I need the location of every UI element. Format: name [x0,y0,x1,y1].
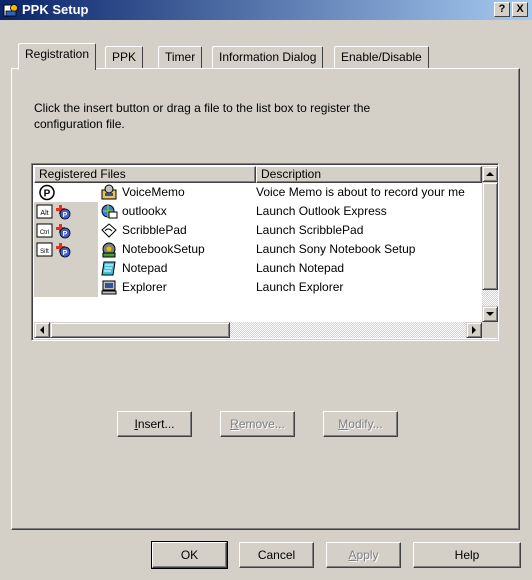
file-name: Notepad [122,261,168,275]
scroll-up-button[interactable] [482,166,498,182]
list-item[interactable]: P VoiceMemo Voice Memo is about to recor… [34,183,484,202]
close-title-button[interactable]: X [512,2,528,17]
scribblepad-icon [101,223,117,238]
voicememo-icon [101,184,117,200]
key-cell: P [34,183,98,202]
svg-text:P: P [63,212,68,219]
svg-text:P: P [63,231,68,238]
insert-button[interactable]: Insert... [117,411,192,437]
column-header-registered-files[interactable]: Registered Files [34,166,256,183]
shift-key-icon: Sift [36,242,53,257]
svg-text:Alt: Alt [40,210,48,217]
title-bar: PPK Setup ? X [0,0,532,20]
cancel-button[interactable]: Cancel [239,542,314,568]
plus-p-icon: P [56,205,71,220]
file-description: Launch Notepad [256,261,345,275]
scroll-down-button[interactable] [482,306,498,322]
file-name: NotebookSetup [122,242,205,256]
vertical-scroll-thumb[interactable] [482,182,498,290]
list-item[interactable]: Ctrl P ScribblePad Launch ScribblePad [34,221,484,240]
tab-information-dialog[interactable]: Information Dialog [212,46,324,68]
up-arrow-icon [486,172,494,176]
file-description: Launch Outlook Express [256,204,387,218]
svg-text:P: P [63,250,68,257]
key-cell [34,278,98,297]
horizontal-scroll-thumb[interactable] [50,322,230,338]
tab-registration-label: Registration [25,47,90,61]
list-item[interactable]: Notepad Launch Notepad [34,259,484,278]
p-circle-icon: P [39,184,55,201]
scroll-corner [482,322,498,338]
file-description: Voice Memo is about to record your me [256,185,465,199]
column-header-description[interactable]: Description [256,166,482,183]
ctrl-key-icon: Ctrl [36,223,53,238]
file-name: VoiceMemo [122,185,185,199]
tab-enable-disable[interactable]: Enable/Disable [334,46,429,68]
tab-timer-label: Timer [165,50,196,64]
key-cell [34,259,98,278]
file-name: ScribblePad [122,223,187,237]
key-cell: Ctrl P [34,221,98,240]
down-arrow-icon [486,312,494,316]
svg-text:P: P [44,189,51,200]
remove-button[interactable]: Remove... [220,411,295,437]
notepad-icon [101,261,116,276]
ok-button[interactable]: OK [151,541,228,569]
list-item[interactable]: Sift P NotebookSetup Launch Sony Noteboo… [34,240,484,259]
notebook-setup-icon [102,242,116,258]
file-name: outlookx [122,204,167,218]
tab-information-dialog-label: Information Dialog [219,50,317,64]
list-item[interactable]: Alt P outlookx Launch Outlook Express [34,202,484,221]
right-arrow-icon [472,326,476,334]
key-cell: Sift P [34,240,98,259]
alt-key-icon: Alt [36,204,53,219]
svg-text:Sift: Sift [40,249,49,255]
outlook-express-icon [101,204,118,219]
tab-timer[interactable]: Timer [158,46,203,68]
list-item[interactable]: Explorer Launch Explorer [34,278,484,297]
window-title: PPK Setup [22,2,89,17]
instructions-text: Click the insert button or drag a file t… [34,101,371,131]
svg-text:Ctrl: Ctrl [40,230,49,236]
key-cell: Alt P [34,202,98,221]
explorer-icon [101,280,117,295]
file-description: Launch Explorer [256,280,344,294]
tab-registration[interactable]: Registration [18,43,97,70]
registered-files-list[interactable]: Registered Files Description P VoiceMemo… [31,163,499,341]
tab-ppk[interactable]: PPK [105,46,144,68]
plus-p-icon: P [56,224,71,239]
tab-enable-disable-label: Enable/Disable [341,50,422,64]
plus-p-icon: P [56,243,71,258]
ppk-app-icon [3,4,18,17]
left-arrow-icon [40,326,44,334]
file-description: Launch ScribblePad [256,223,364,237]
modify-button[interactable]: Modify... [323,411,398,437]
scroll-right-button[interactable] [466,322,482,338]
tab-ppk-label: PPK [112,50,137,64]
apply-button[interactable]: Apply [326,542,401,568]
file-name: Explorer [122,280,167,294]
file-description: Launch Sony Notebook Setup [256,242,416,256]
help-button[interactable]: Help [413,542,521,568]
scroll-left-button[interactable] [34,322,50,338]
help-title-button[interactable]: ? [494,2,510,17]
